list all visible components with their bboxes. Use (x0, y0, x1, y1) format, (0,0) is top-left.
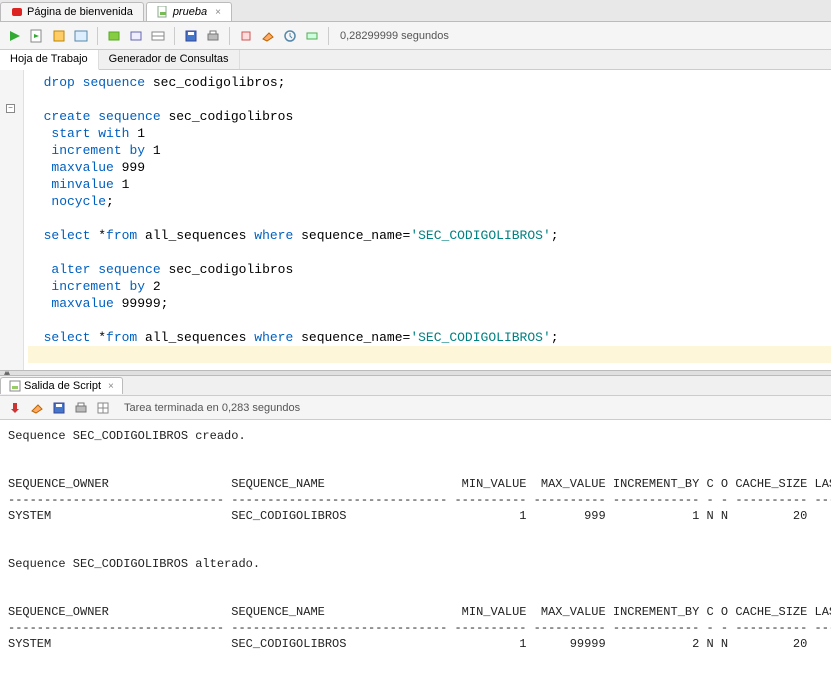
main-toolbar: 0,28299999 segundos (0, 22, 831, 50)
script-output-label: Salida de Script (24, 380, 101, 392)
toolbar-status: 0,28299999 segundos (340, 30, 449, 42)
script-output-icon (9, 380, 21, 392)
grid-icon[interactable] (94, 399, 112, 417)
print-icon[interactable] (72, 399, 90, 417)
output-tab-bar: Salida de Script × (0, 376, 831, 396)
unshared-icon[interactable] (149, 27, 167, 45)
output-status: Tarea terminada en 0,283 segundos (124, 402, 300, 414)
rollback-icon[interactable] (127, 27, 145, 45)
commit-icon[interactable] (105, 27, 123, 45)
separator (97, 27, 98, 45)
tab-worksheet[interactable]: Hoja de Trabajo (0, 50, 99, 70)
save-icon[interactable] (182, 27, 200, 45)
close-icon[interactable]: × (215, 7, 221, 18)
script-output-pane[interactable]: Sequence SEC_CODIGOLIBROS creado. SEQUEN… (0, 420, 831, 680)
separator (174, 27, 175, 45)
fold-icon[interactable]: − (6, 104, 15, 113)
close-icon[interactable]: × (108, 381, 114, 392)
connection-icon[interactable] (303, 27, 321, 45)
separator (328, 27, 329, 45)
print-icon[interactable] (204, 27, 222, 45)
tab-prueba-label: prueba (173, 6, 207, 18)
tab-welcome[interactable]: Página de bienvenida (0, 2, 144, 21)
save-icon[interactable] (50, 399, 68, 417)
eraser-icon[interactable] (28, 399, 46, 417)
sql-history-icon[interactable] (281, 27, 299, 45)
output-toolbar: Tarea terminada en 0,283 segundos (0, 396, 831, 420)
tab-script-output[interactable]: Salida de Script × (0, 377, 123, 394)
tab-query-builder[interactable]: Generador de Consultas (99, 50, 240, 69)
tab-welcome-label: Página de bienvenida (27, 6, 133, 18)
tab-prueba[interactable]: prueba × (146, 2, 232, 21)
eraser-icon[interactable] (259, 27, 277, 45)
sql-file-icon (157, 6, 169, 18)
editor-tab-bar: Página de bienvenida prueba × (0, 0, 831, 22)
separator (229, 27, 230, 45)
editor-gutter: − (0, 70, 24, 370)
sql-editor[interactable]: − drop sequence sec_codigolibros; create… (0, 70, 831, 370)
explain-icon[interactable] (50, 27, 68, 45)
pane-splitter[interactable] (0, 370, 831, 376)
run-script-icon[interactable] (28, 27, 46, 45)
autotrace-icon[interactable] (72, 27, 90, 45)
oracle-icon (11, 6, 23, 18)
pin-icon[interactable] (6, 399, 24, 417)
worksheet-tab-bar: Hoja de Trabajo Generador de Consultas (0, 50, 831, 70)
run-icon[interactable] (6, 27, 24, 45)
clear-icon[interactable] (237, 27, 255, 45)
